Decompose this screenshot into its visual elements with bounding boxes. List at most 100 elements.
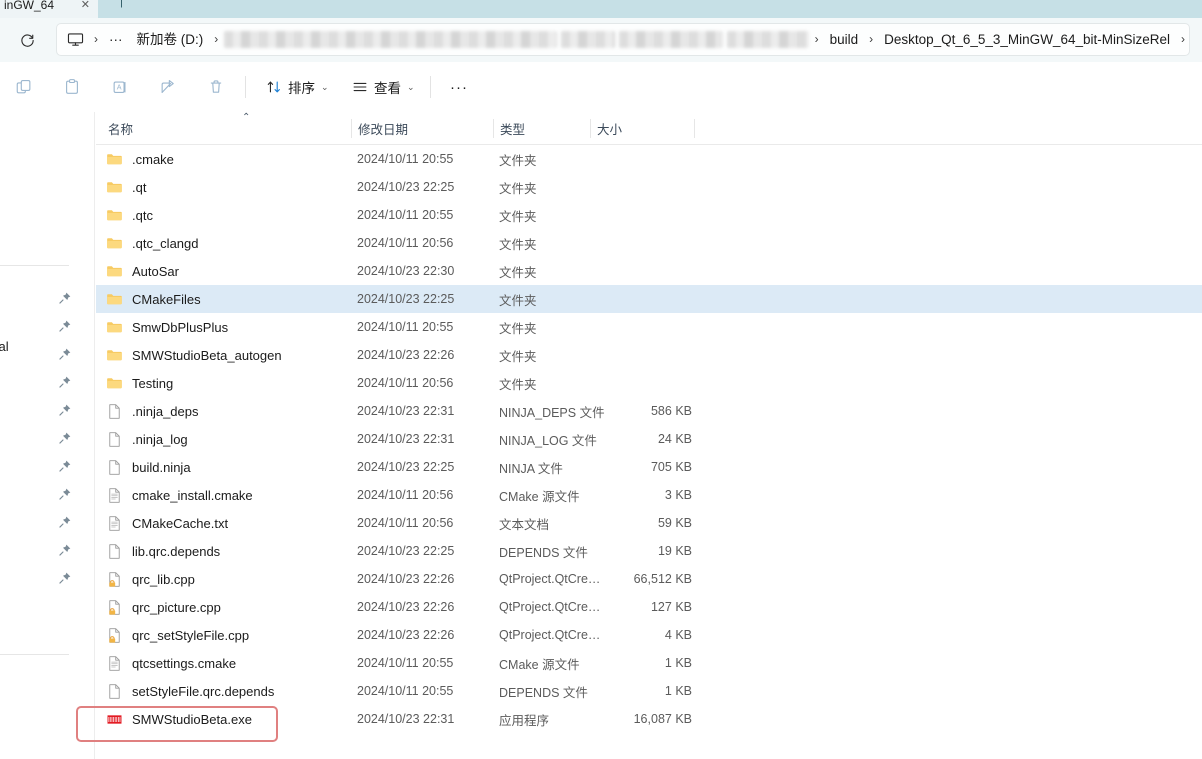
table-row[interactable]: Testing 2024/10/11 20:56 文件夹: [96, 369, 1202, 397]
svg-text:A: A: [117, 83, 122, 92]
breadcrumb-item-drive[interactable]: 新加卷 (D:): [130, 27, 211, 52]
table-row[interactable]: qrc_picture.cpp 2024/10/23 22:26 QtProject…: [96, 593, 1202, 621]
rename-button[interactable]: A: [102, 70, 138, 104]
table-row[interactable]: qtcsettings.cmake 2024/10/11 20:55 CMake 源…: [96, 649, 1202, 677]
column-header-date[interactable]: 修改日期: [358, 112, 483, 145]
view-menu-button[interactable]: 查看 ⌄: [344, 70, 423, 104]
delete-button[interactable]: [198, 70, 234, 104]
table-row[interactable]: CMakeFiles 2024/10/23 22:25 文件夹: [96, 285, 1202, 313]
copy-button[interactable]: [6, 70, 42, 104]
more-options-button[interactable]: ···: [442, 70, 476, 104]
file-name-label: SMWStudioBeta.exe: [132, 711, 252, 727]
breadcrumb-redacted-4: [727, 31, 809, 48]
nav-item-label-fragment: onal: [0, 339, 9, 354]
blank-file-icon: [109, 403, 120, 419]
pin-icon: [59, 544, 71, 556]
this-pc-icon[interactable]: [57, 32, 90, 47]
column-divider[interactable]: [590, 119, 591, 138]
column-divider[interactable]: [694, 119, 695, 138]
pin-icon[interactable]: [58, 431, 72, 445]
tab-strip: inGW_64 ✕ |: [0, 0, 1202, 18]
file-size-cell: 16,087 KB: [633, 712, 692, 726]
blank-file-icon: [106, 683, 123, 700]
table-row[interactable]: qrc_lib.cpp 2024/10/23 22:26 QtProject.QtC…: [96, 565, 1202, 593]
folder-icon: [107, 377, 122, 388]
table-row[interactable]: CMakeCache.txt 2024/10/11 20:56 文本文档 59 KB: [96, 509, 1202, 537]
file-name-label: .ninja_log: [132, 431, 188, 447]
pin-icon[interactable]: [58, 459, 72, 473]
file-date-cell: 2024/10/23 22:25: [357, 292, 455, 306]
pin-icon[interactable]: [58, 543, 72, 557]
breadcrumb-item-kit[interactable]: Desktop_Qt_6_5_3_MinGW_64_bit-MinSizeRel: [877, 27, 1177, 52]
file-date-cell: 2024/10/23 22:30: [357, 264, 455, 278]
column-header-name[interactable]: 名称 ⌃: [108, 112, 338, 145]
tab-inactive[interactable]: inGW_64 ✕: [0, 0, 96, 18]
refresh-button[interactable]: [12, 26, 42, 54]
share-button[interactable]: [150, 70, 186, 104]
table-row[interactable]: SMWStudioBeta_autogen 2024/10/23 22:26 文件夹: [96, 341, 1202, 369]
table-row[interactable]: .ninja_log 2024/10/23 22:31 NINJA_LOG 文件 24…: [96, 425, 1202, 453]
table-row[interactable]: .ninja_deps 2024/10/23 22:31 NINJA_DEPS 文件…: [96, 397, 1202, 425]
blank-file-icon: [106, 403, 123, 420]
folder-icon: [107, 349, 122, 360]
file-name-label: setStyleFile.qrc.depends: [132, 683, 275, 699]
file-name-label: build.ninja: [132, 459, 191, 475]
pin-icon[interactable]: [58, 403, 72, 417]
pin-icon[interactable]: [58, 375, 72, 389]
pin-icon[interactable]: [58, 319, 72, 333]
folder-icon: [106, 151, 123, 168]
column-divider[interactable]: [493, 119, 494, 138]
pin-icon[interactable]: [58, 347, 72, 361]
table-row[interactable]: .cmake 2024/10/11 20:55 文件夹: [96, 145, 1202, 173]
pin-icon[interactable]: [58, 291, 72, 305]
table-row[interactable]: SmwDbPlusPlus 2024/10/11 20:55 文件夹: [96, 313, 1202, 341]
table-row[interactable]: .qtc_clangd 2024/10/11 20:56 文件夹: [96, 229, 1202, 257]
breadcrumb-item-build[interactable]: build: [823, 27, 866, 52]
paste-button[interactable]: [54, 70, 90, 104]
breadcrumb-overflow-button[interactable]: ···: [102, 27, 130, 52]
more-dots-icon: ···: [450, 78, 468, 96]
table-row[interactable]: .qt 2024/10/23 22:25 文件夹: [96, 173, 1202, 201]
sort-menu-button[interactable]: 排序 ⌄: [258, 70, 337, 104]
pin-icon[interactable]: [58, 515, 72, 529]
table-row[interactable]: setStyleFile.qrc.depends 2024/10/11 20:55…: [96, 677, 1202, 705]
table-row[interactable]: AutoSar 2024/10/23 22:30 文件夹: [96, 257, 1202, 285]
pin-icon[interactable]: [58, 571, 72, 585]
list-lines-icon: [353, 82, 367, 92]
column-divider[interactable]: [351, 119, 352, 138]
table-row[interactable]: SMWStudioBeta.exe 2024/10/23 22:31 应用程序 16,…: [96, 705, 1202, 733]
table-row[interactable]: qrc_setStyleFile.cpp 2024/10/23 22:26 QtPr…: [96, 621, 1202, 649]
text-file-icon: [106, 655, 123, 672]
file-name-label: qtcsettings.cmake: [132, 655, 237, 671]
file-date-cell: 2024/10/23 22:26: [357, 348, 455, 362]
smw-app-icon: [106, 711, 123, 728]
file-size-cell: 3 KB: [664, 488, 692, 502]
locked-file-icon: [106, 571, 123, 588]
pin-icon[interactable]: [58, 487, 72, 501]
file-date-cell: 2024/10/11 20:56: [357, 236, 454, 250]
file-name-label: SMWStudioBeta_autogen: [132, 347, 282, 363]
table-row[interactable]: .qtc 2024/10/11 20:55 文件夹: [96, 201, 1202, 229]
file-date-cell: 2024/10/11 20:55: [357, 320, 454, 334]
table-row[interactable]: lib.qrc.depends 2024/10/23 22:25 DEPENDS 文…: [96, 537, 1202, 565]
blank-file-icon: [109, 683, 120, 699]
file-name-label: qrc_setStyleFile.cpp: [132, 627, 250, 643]
navigation-pane: onal: [0, 112, 95, 759]
refresh-icon: [20, 33, 34, 47]
column-header-size[interactable]: 大小: [597, 112, 677, 145]
file-name-label: .qtc_clangd: [132, 235, 199, 251]
file-size-cell: 66,512 KB: [633, 572, 692, 586]
file-list-pane: 名称 ⌃ 修改日期 类型 大小 .cmake 2024/10/11 20:55 文件…: [96, 112, 1202, 759]
text-file-icon: [106, 487, 123, 504]
table-row[interactable]: cmake_install.cmake 2024/10/11 20:56 CMake…: [96, 481, 1202, 509]
breadcrumb-bar[interactable]: › ··· 新加卷 (D:) › › build › Desktop_Qt_6_…: [56, 23, 1190, 56]
file-name-label: CMakeFiles: [132, 291, 201, 307]
breadcrumb-redacted-3: [618, 31, 724, 48]
tab-active[interactable]: |: [98, 0, 1202, 18]
tab-close-icon[interactable]: ✕: [81, 0, 90, 18]
file-name-label: cmake_install.cmake: [132, 487, 253, 503]
text-file-icon: [106, 515, 123, 532]
file-size-cell: 4 KB: [664, 628, 692, 642]
table-row[interactable]: build.ninja 2024/10/23 22:25 NINJA 文件 705 K…: [96, 453, 1202, 481]
column-header-type[interactable]: 类型: [500, 112, 580, 145]
